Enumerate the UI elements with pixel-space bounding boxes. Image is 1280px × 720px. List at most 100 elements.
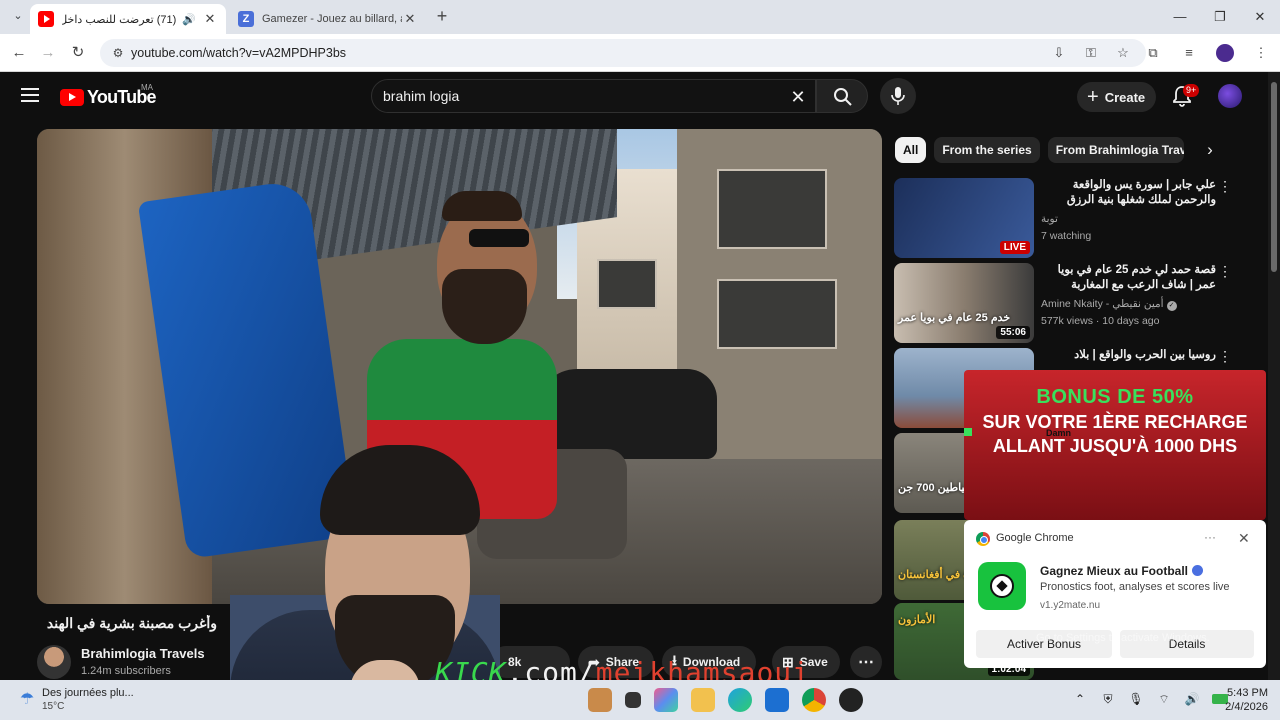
reload-button[interactable]: ↻ [68, 43, 88, 63]
live-badge: LIVE [999, 241, 1030, 254]
volume-icon[interactable]: 🔊 [1184, 691, 1200, 707]
video-thumbnail[interactable]: خدم 25 عام في بويا عمر 55:06 [894, 263, 1034, 343]
chrome-taskbar-icon[interactable] [802, 688, 826, 712]
clear-search-icon[interactable]: ✕ [787, 86, 809, 108]
search-input[interactable]: brahim logia ✕ [371, 79, 816, 113]
chrome-notification[interactable]: Google Chrome ··· ✕ Gagnez Mieux au Foot… [964, 520, 1266, 668]
thumbnail-caption: الأمازون [898, 614, 936, 626]
chevron-up-icon[interactable]: ⌃ [1072, 691, 1088, 707]
video-frame-person [442, 191, 522, 221]
site-info-icon[interactable]: ⚙ [110, 45, 126, 61]
notification-app-name: Google Chrome [996, 532, 1074, 544]
app-icon[interactable] [839, 688, 863, 712]
related-channel[interactable]: توبة [1041, 213, 1058, 225]
account-avatar[interactable] [1218, 84, 1242, 108]
activate-windows-watermark: Activate Windows Go to Settings to activ… [1036, 612, 1210, 644]
back-button[interactable]: ← [9, 43, 29, 63]
channel-avatar[interactable] [37, 645, 71, 679]
ad-subline: ALLANT JUSQU'À 1000 DHS [992, 436, 1238, 456]
close-tab-icon[interactable]: ✕ [402, 11, 418, 27]
speaker-icon[interactable]: 🔊 [182, 13, 196, 26]
bird-app-icon[interactable] [588, 688, 612, 712]
windows-taskbar: ☂ Des journées plu... 15°C ⌃ ⛨ 🎙 ⌔ 🔊 5:4… [0, 680, 1280, 720]
related-channel[interactable]: Amine Nkaity - أمين نقيطي ✓ [1041, 298, 1177, 311]
filter-chips: All From the series From Brahimlogia Tra… [895, 137, 1184, 163]
url-text[interactable]: youtube.com/watch?v=vA2MPDHP3bs [131, 46, 346, 60]
edge-icon[interactable] [728, 688, 752, 712]
new-tab-button[interactable]: + [432, 6, 452, 26]
related-title[interactable]: علي جابر | سورة يس والواقعة والرحمن لملك… [1040, 178, 1216, 208]
bookmark-star-icon[interactable]: ☆ [1114, 44, 1132, 62]
bonus-ad-banner[interactable]: BONUS DE 50% SUR VOTRE 1ÈRE RECHARGE ALL… [964, 370, 1266, 520]
wifi-icon[interactable]: ⌔ [1156, 691, 1172, 707]
weather-text[interactable]: Des journées plu... [42, 687, 134, 699]
taskbar-clock[interactable]: 5:43 PM 2/4/2026 [1216, 686, 1268, 714]
related-title[interactable]: قصة حمد لي خدم 25 عام في بويا عمر | شاف … [1040, 263, 1216, 293]
related-meta: 7 watching [1041, 230, 1092, 242]
more-vertical-icon[interactable]: ⋮ [1218, 178, 1232, 195]
close-tab-icon[interactable]: ✕ [202, 11, 218, 27]
forward-button[interactable]: → [38, 43, 58, 63]
tab-title: Gamezer - Jouez au billard, aux [262, 13, 402, 25]
browser-menu-icon[interactable]: ⋮ [1252, 43, 1270, 63]
related-meta: 577k views · 10 days ago [1041, 315, 1160, 327]
install-app-icon[interactable]: ⇩ [1050, 44, 1068, 62]
page-scrollbar[interactable] [1268, 72, 1280, 680]
tab-search-icon[interactable]: ⌄ [8, 6, 28, 26]
file-explorer-icon[interactable] [691, 688, 715, 712]
gamezer-favicon-icon: Z [238, 11, 254, 27]
voice-search-button[interactable] [880, 78, 916, 114]
video-frame-motorbike [537, 369, 717, 459]
ad-subline: SUR VOTRE 1ÈRE RECHARGE [982, 412, 1248, 432]
microphone-icon [891, 87, 905, 105]
notification-title: Gagnez Mieux au Football [1040, 564, 1204, 578]
media-control-icon[interactable]: ≡ [1180, 43, 1198, 63]
chip-from-series[interactable]: From the series [934, 137, 1040, 163]
minimize-button[interactable]: — [1160, 0, 1200, 34]
chevron-right-icon[interactable]: › [1198, 138, 1222, 162]
video-frame-person [442, 269, 527, 344]
tab-youtube[interactable]: (71) تعرضت للنصب داخل أكبر 🔊 ✕ [30, 4, 226, 34]
menu-icon[interactable] [21, 88, 39, 102]
terminal-app-icon[interactable] [625, 692, 641, 708]
more-vertical-icon[interactable]: ⋮ [1218, 348, 1232, 365]
toolbar-right: ⧉ ≡ ⋮ [1144, 43, 1270, 63]
store-icon[interactable] [765, 688, 789, 712]
copilot-icon[interactable] [654, 688, 678, 712]
close-icon[interactable]: ✕ [1238, 530, 1250, 547]
related-video[interactable]: خدم 25 عام في بويا عمر 55:06 قصة حمد لي … [894, 263, 1234, 343]
window-controls: — ❐ ✕ [1160, 0, 1280, 34]
extensions-icon[interactable]: ⧉ [1144, 43, 1162, 63]
related-video[interactable]: LIVE علي جابر | سورة يس والواقعة والرحمن… [894, 178, 1234, 258]
address-bar[interactable]: ⚙ youtube.com/watch?v=vA2MPDHP3bs ⇩ ⚿ ☆ [100, 39, 1146, 67]
more-horizontal-icon[interactable]: ··· [1204, 530, 1216, 544]
create-button[interactable]: + Create [1077, 82, 1156, 112]
ad-small-text: Damn [1046, 428, 1072, 438]
search-value[interactable]: brahim logia [383, 88, 459, 104]
video-thumbnail[interactable]: LIVE [894, 178, 1034, 258]
related-title[interactable]: روسيا بين الحرب والواقع | بلاد [1040, 348, 1216, 363]
shield-icon[interactable]: ⛨ [1100, 691, 1116, 707]
microphone-icon[interactable]: 🎙 [1128, 691, 1144, 707]
channel-name[interactable]: Brahimlogia Travels [81, 646, 205, 661]
video-frame-window [717, 279, 837, 349]
youtube-favicon-icon [38, 11, 54, 27]
tab-gamezer[interactable]: Z Gamezer - Jouez au billard, aux ✕ [230, 4, 426, 34]
close-window-button[interactable]: ✕ [1240, 0, 1280, 34]
youtube-logo[interactable]: YouTube MA [60, 83, 157, 108]
chip-all[interactable]: All [895, 137, 927, 163]
weather-rain-icon[interactable]: ☂ [16, 689, 38, 711]
password-key-icon[interactable]: ⚿ [1082, 44, 1100, 62]
video-frame-window [597, 259, 657, 309]
subscriber-count: 1.24m subscribers [81, 665, 171, 677]
profile-avatar[interactable] [1216, 44, 1234, 62]
more-vertical-icon[interactable]: ⋮ [1218, 263, 1232, 280]
more-horizontal-icon: ⋯ [858, 654, 874, 671]
restore-button[interactable]: ❐ [1200, 0, 1240, 34]
plus-icon: + [1087, 86, 1099, 108]
more-actions-button[interactable]: ⋯ [850, 646, 882, 678]
create-label: Create [1104, 89, 1146, 105]
chip-from-channel[interactable]: From Brahimlogia Travels [1047, 137, 1184, 163]
notification-count-badge: 9+ [1183, 84, 1200, 97]
search-button[interactable] [816, 79, 868, 113]
